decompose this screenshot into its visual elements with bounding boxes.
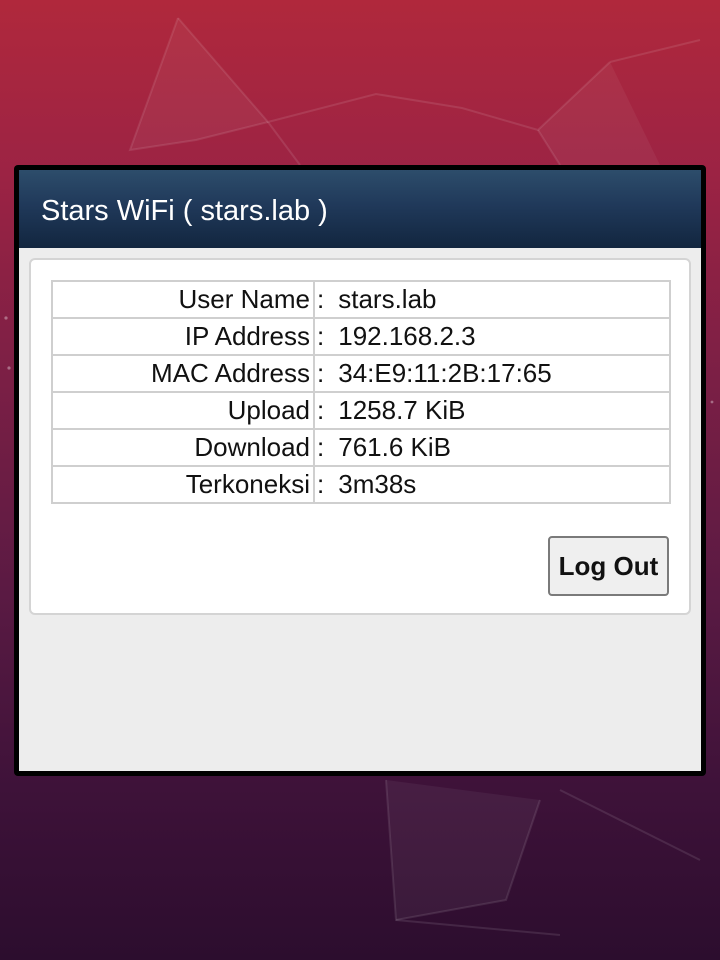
mac-address-value: 34:E9:11:2B:17:65 (338, 358, 552, 388)
connected-time-value: 3m38s (338, 469, 417, 499)
separator: : (317, 321, 325, 351)
table-row: Terkoneksi :3m38s (51, 465, 671, 504)
window-title: Stars WiFi ( stars.lab ) (41, 195, 328, 227)
table-row: Download :761.6 KiB (51, 428, 671, 467)
window-content: Stars WiFi ( stars.lab ) User Name : star… (19, 170, 701, 771)
upload-value: 1258.7 KiB (338, 395, 466, 425)
title-bar: Stars WiFi ( stars.lab ) (19, 170, 701, 248)
ip-address-label: IP Address (51, 317, 315, 356)
connection-status-table: User Name : stars.lab IP Address :192.168… (51, 280, 671, 504)
connected-time-label: Terkoneksi (51, 465, 315, 504)
user-name-value: stars.lab (338, 284, 437, 314)
separator: : (317, 284, 325, 314)
mac-address-label: MAC Address (51, 354, 315, 393)
captive-portal-window: Stars WiFi ( stars.lab ) User Name : star… (14, 165, 706, 776)
separator: : (317, 358, 325, 388)
ip-address-value: 192.168.2.3 (338, 321, 476, 351)
upload-label: Upload (51, 391, 315, 430)
download-label: Download (51, 428, 315, 467)
separator: : (317, 469, 325, 499)
download-value: 761.6 KiB (338, 432, 451, 462)
user-name-label: User Name (51, 280, 315, 319)
separator: : (317, 395, 325, 425)
table-row: User Name : stars.lab (51, 280, 671, 319)
table-row: IP Address :192.168.2.3 (51, 317, 671, 356)
logout-button[interactable]: Log Out (548, 536, 669, 596)
table-row: MAC Address :34:E9:11:2B:17:65 (51, 354, 671, 393)
status-panel: User Name : stars.lab IP Address :192.168… (29, 258, 691, 615)
table-row: Upload :1258.7 KiB (51, 391, 671, 430)
separator: : (317, 432, 325, 462)
